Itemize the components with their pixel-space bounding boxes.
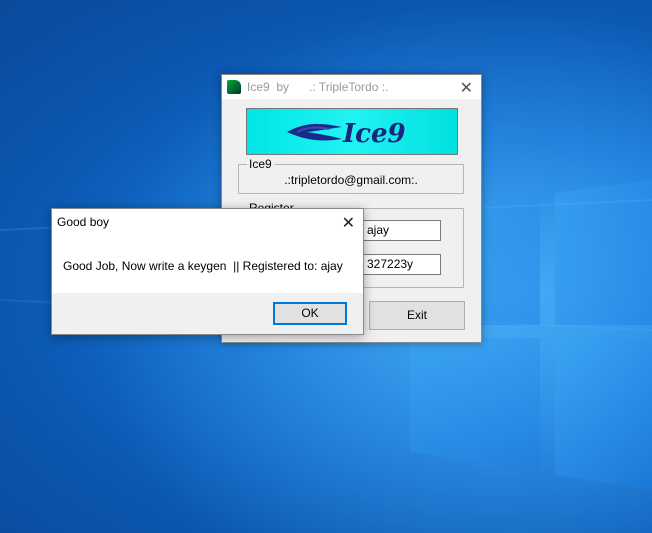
message-text: Good Job, Now write a keygen || Register… [63, 259, 343, 273]
ok-button[interactable]: OK [273, 302, 347, 325]
flame-logo: Ice9 [287, 119, 406, 149]
info-group-title: Ice9 [247, 157, 274, 171]
message-titlebar[interactable]: Good boy ✕ [52, 209, 363, 235]
message-box: Good boy ✕ Good Job, Now write a keygen … [51, 208, 364, 335]
author-email: .:tripletordo@gmail.com:. [284, 173, 418, 187]
close-icon[interactable]: ✕ [460, 78, 473, 98]
message-body: Good Job, Now write a keygen || Register… [52, 235, 363, 293]
name-field[interactable]: ajay [363, 220, 441, 241]
banner-text: Ice9 [342, 119, 406, 149]
message-title: Good boy [57, 215, 110, 229]
info-group: Ice9 .:tripletordo@gmail.com:. [238, 157, 464, 194]
ice9-logo-banner: Ice9 [246, 108, 458, 155]
window-title: Ice9 by .: TripleTordo :. [247, 80, 389, 94]
close-icon[interactable]: ✕ [342, 213, 355, 233]
ice9-app-icon [227, 80, 241, 94]
exit-button[interactable]: Exit [369, 301, 465, 330]
ice9-titlebar[interactable]: Ice9 by .: TripleTordo :. ✕ [222, 75, 481, 99]
serial-field[interactable]: 327223y [363, 254, 441, 275]
